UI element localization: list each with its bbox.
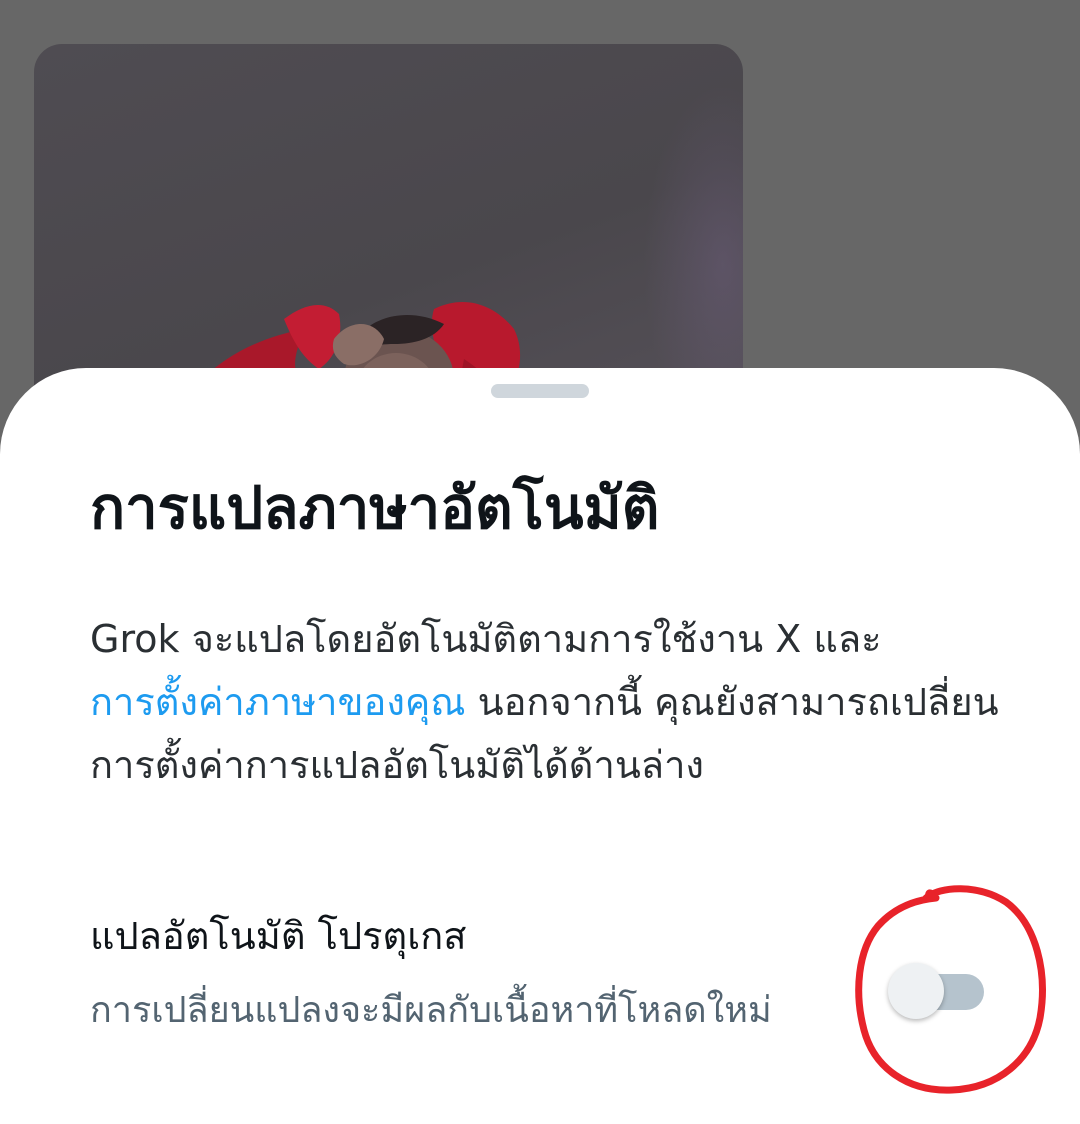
toggle-knob: [888, 963, 944, 1019]
auto-translate-label: แปลอัตโนมัติ โปรตุเกส: [90, 914, 467, 958]
language-settings-link[interactable]: การตั้งค่าภาษาของคุณ: [90, 680, 466, 724]
bottom-sheet: การแปลภาษาอัตโนมัติ Grok จะแปลโดยอัตโนมั…: [0, 368, 1080, 1124]
auto-translate-sublabel: การเปลี่ยนแปลงจะมีผลกับเนื้อหาที่โหลดใหม…: [90, 990, 772, 1031]
auto-translate-toggle[interactable]: [888, 961, 986, 1021]
sheet-description: Grok จะแปลโดยอัตโนมัติตามการใช้งาน X และ…: [90, 608, 1010, 797]
description-text-part1: Grok จะแปลโดยอัตโนมัติตามการใช้งาน X และ: [90, 617, 882, 661]
sheet-title: การแปลภาษาอัตโนมัติ: [90, 474, 660, 542]
auto-translate-setting-row: แปลอัตโนมัติ โปรตุเกส การเปลี่ยนแปลงจะมี…: [90, 908, 1020, 1088]
drag-handle-icon[interactable]: [491, 384, 589, 398]
screen: การแปลภาษาอัตโนมัติ Grok จะแปลโดยอัตโนมั…: [0, 0, 1080, 1124]
